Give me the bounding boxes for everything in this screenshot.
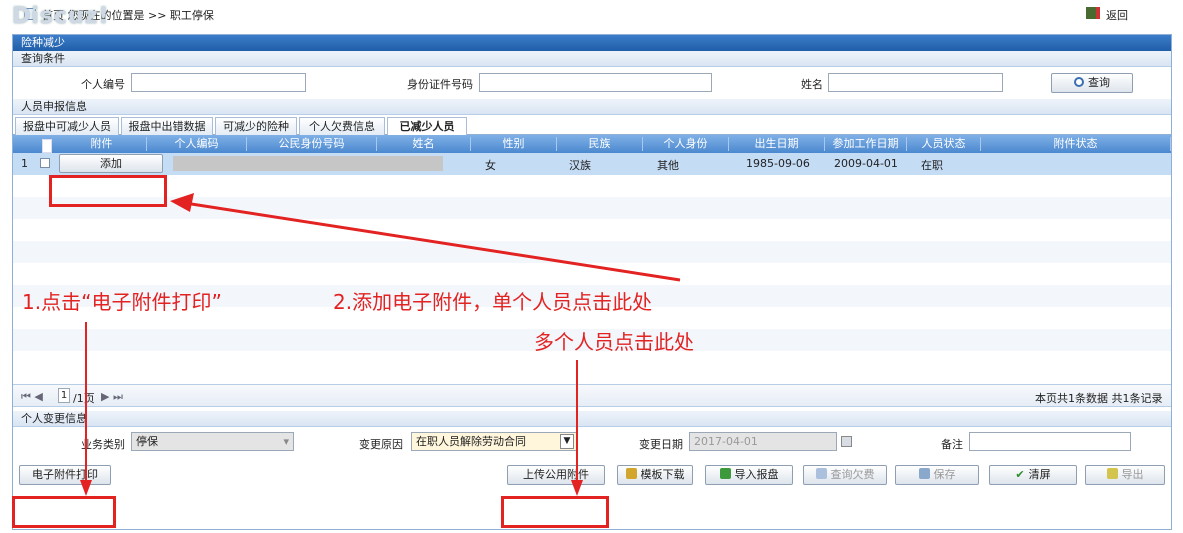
annotation-step2: 2.添加电子附件，单个人员点击此处 [333, 290, 653, 314]
arrow-to-add-line [184, 201, 681, 282]
annotation-step2b: 多个人员点击此处 [534, 330, 694, 354]
annotation-arrows [80, 193, 681, 496]
arrow-to-upload-head [571, 480, 583, 496]
arrow-to-add-head [170, 193, 194, 212]
arrow-to-print-head [80, 480, 92, 496]
annotation-step1: 1.点击“电子附件打印” [22, 290, 222, 314]
